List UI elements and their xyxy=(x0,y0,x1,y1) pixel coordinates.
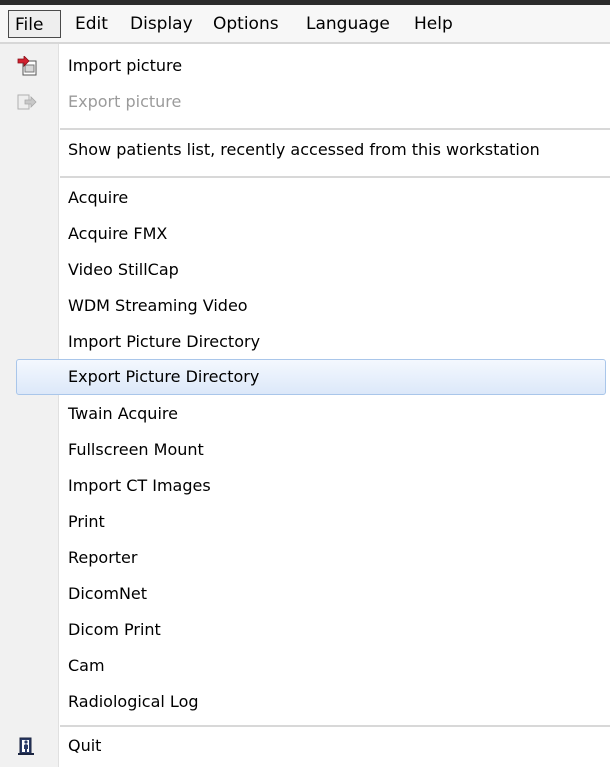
window-top-edge xyxy=(0,0,610,5)
application-window: File Edit Display Options Language Help … xyxy=(0,0,610,767)
menu-item-label: Export picture xyxy=(68,92,182,111)
menu-item-import-picture[interactable]: Import picture xyxy=(0,48,610,84)
menu-item-import-ct-images[interactable]: Import CT Images xyxy=(0,468,610,504)
file-dropdown-menu: Import picture Export picture Show patie… xyxy=(0,44,610,767)
menu-item-label: Import CT Images xyxy=(68,476,211,495)
quit-icon xyxy=(16,736,38,756)
menu-item-acquire-fmx[interactable]: Acquire FMX xyxy=(0,216,610,252)
menu-item-label: Dicom Print xyxy=(68,620,161,639)
menu-item-label: DicomNet xyxy=(68,584,148,603)
menu-item-label: Twain Acquire xyxy=(68,404,178,423)
menu-item-wdm-streaming-video[interactable]: WDM Streaming Video xyxy=(0,288,610,324)
menu-item-label: Export Picture Directory xyxy=(68,367,260,386)
export-picture-icon xyxy=(16,92,38,112)
menu-item-label: Quit xyxy=(68,736,102,755)
menu-item-label: Video StillCap xyxy=(68,260,179,279)
menu-item-show-patients-list[interactable]: Show patients list, recently accessed fr… xyxy=(0,132,610,168)
menu-item-label: WDM Streaming Video xyxy=(68,296,248,315)
menu-item-label: Import Picture Directory xyxy=(68,332,261,351)
menu-item-label: Cam xyxy=(68,656,105,675)
menu-item-label: Show patients list, recently accessed fr… xyxy=(68,140,540,159)
menu-help[interactable]: Help xyxy=(414,10,453,38)
menu-item-label: Radiological Log xyxy=(68,692,199,711)
import-picture-icon xyxy=(16,55,38,76)
menu-item-print[interactable]: Print xyxy=(0,504,610,540)
menu-edit[interactable]: Edit xyxy=(75,10,108,38)
menu-file[interactable]: File xyxy=(8,10,61,38)
menu-item-twain-acquire[interactable]: Twain Acquire xyxy=(0,396,610,432)
menu-separator xyxy=(60,128,610,130)
menu-item-quit[interactable]: Quit xyxy=(0,728,610,764)
menu-item-cam[interactable]: Cam xyxy=(0,648,610,684)
menu-item-reporter[interactable]: Reporter xyxy=(0,540,610,576)
menu-item-dicomnet[interactable]: DicomNet xyxy=(0,576,610,612)
menu-item-acquire[interactable]: Acquire xyxy=(0,180,610,216)
menu-options[interactable]: Options xyxy=(213,10,279,38)
menu-item-import-picture-directory[interactable]: Import Picture Directory xyxy=(0,324,610,360)
menu-item-video-stillcap[interactable]: Video StillCap xyxy=(0,252,610,288)
menu-item-fullscreen-mount[interactable]: Fullscreen Mount xyxy=(0,432,610,468)
menu-item-dicom-print[interactable]: Dicom Print xyxy=(0,612,610,648)
menu-item-label: Import picture xyxy=(68,56,183,75)
menu-item-label: Reporter xyxy=(68,548,138,567)
menu-bar: File Edit Display Options Language Help xyxy=(0,0,610,44)
menu-item-export-picture-directory[interactable]: Export Picture Directory xyxy=(16,359,606,395)
menu-item-label: Fullscreen Mount xyxy=(68,440,204,459)
menu-item-radiological-log[interactable]: Radiological Log xyxy=(0,684,610,720)
menu-item-label: Acquire FMX xyxy=(68,224,168,243)
menu-language[interactable]: Language xyxy=(306,10,390,38)
menu-display[interactable]: Display xyxy=(130,10,193,38)
menu-item-export-picture: Export picture xyxy=(0,84,610,120)
menu-separator xyxy=(60,176,610,178)
menu-item-label: Acquire xyxy=(68,188,129,207)
menu-item-label: Print xyxy=(68,512,105,531)
menu-separator xyxy=(60,725,610,727)
